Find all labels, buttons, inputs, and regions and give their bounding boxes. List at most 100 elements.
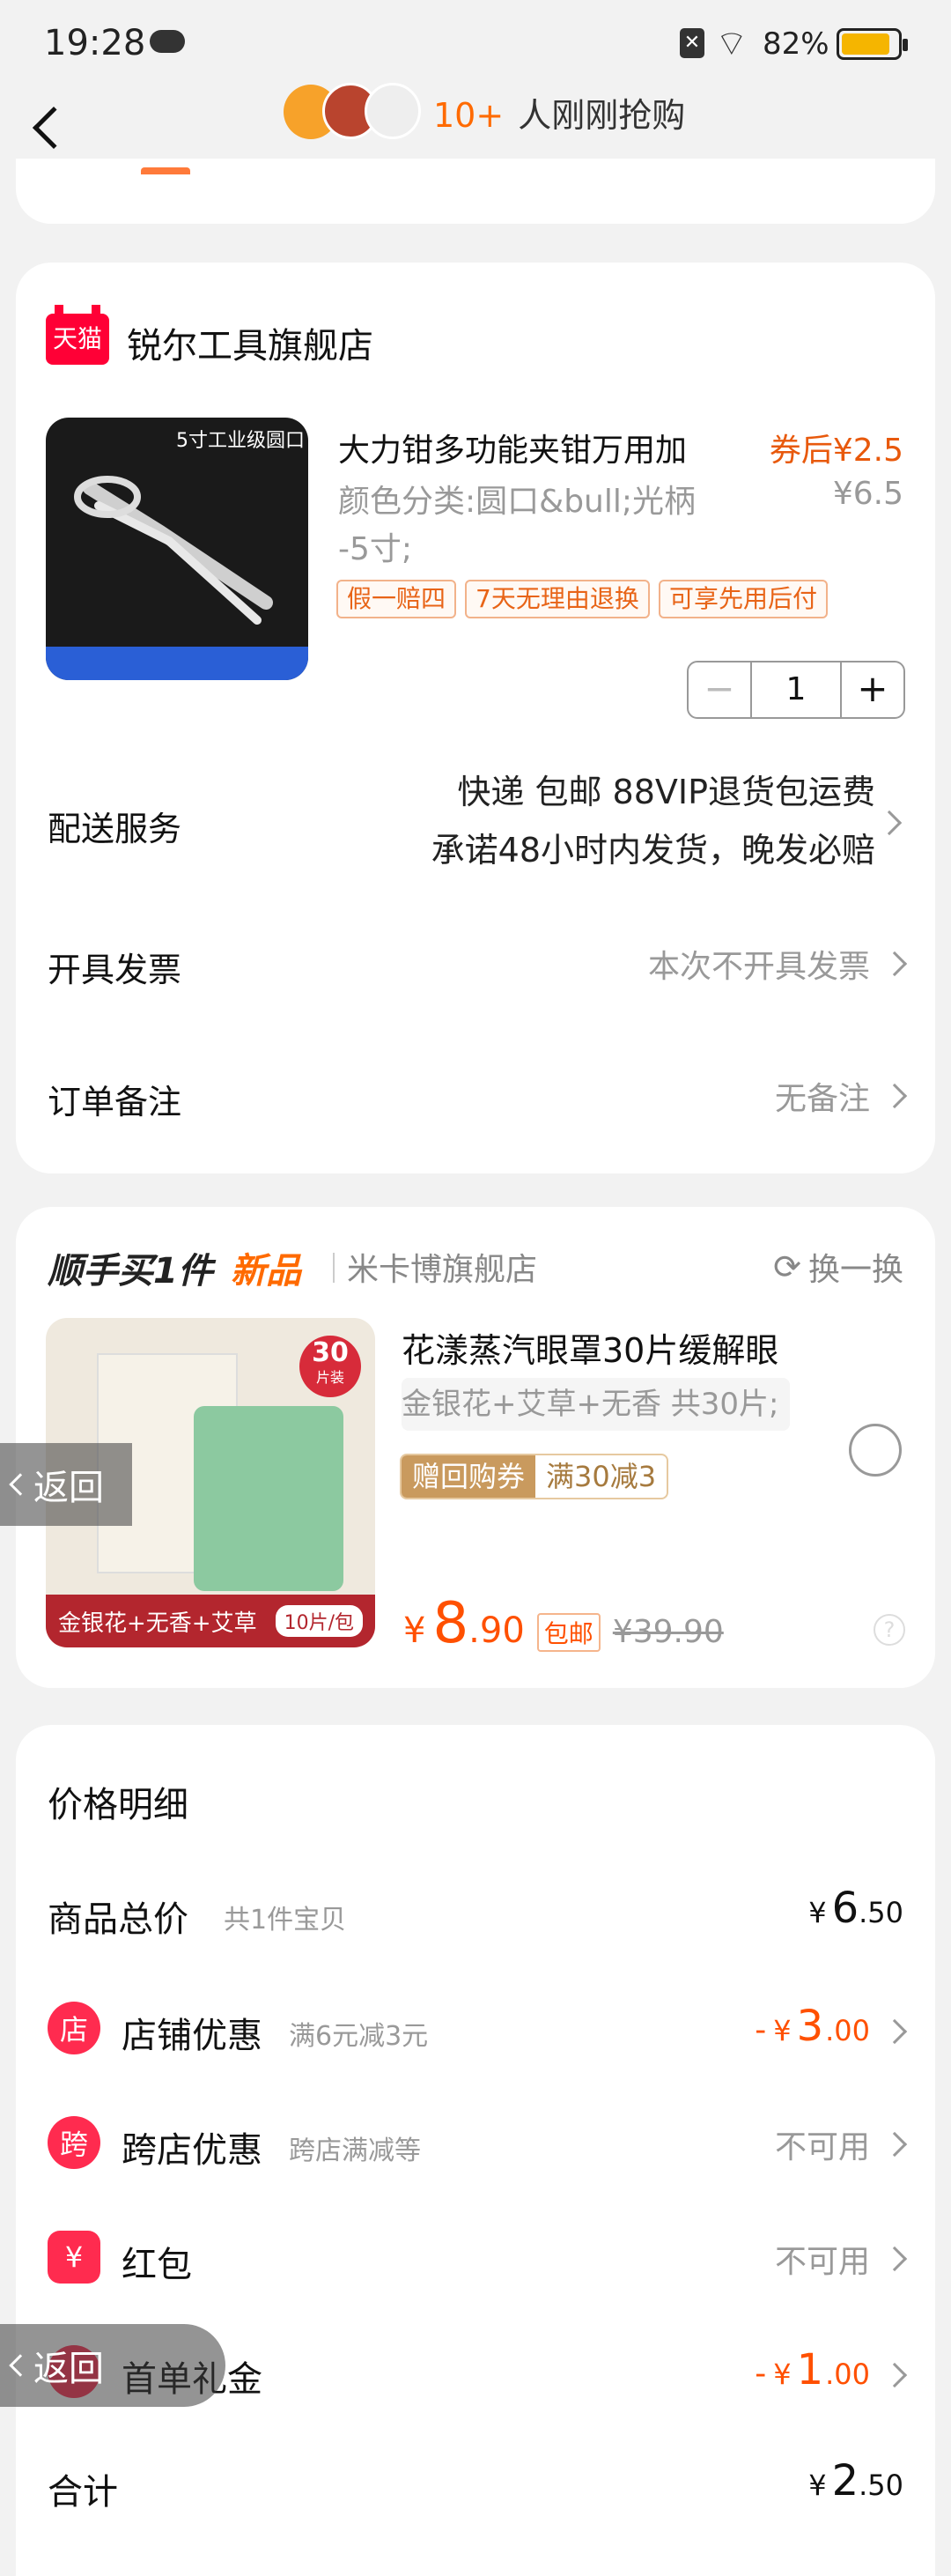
chevron-right-icon (881, 1083, 908, 1109)
swap-label: 换一换 (807, 1252, 903, 1288)
image-caption-strip: 金银花+无香+艾草 10片/包 (46, 1595, 375, 1647)
cross-store-value-wrap: 不可用 (774, 2121, 908, 2167)
first-order-gift-value: - ¥ 1 .00 (755, 2345, 908, 2395)
coupon-value: 满30减3 (546, 1460, 657, 1493)
back-arrow-icon[interactable] (32, 106, 76, 150)
quantity-value[interactable]: 1 (752, 663, 840, 717)
delivery-label: 配送服务 (48, 810, 182, 848)
order-note-value: 无备注 (774, 1081, 870, 1117)
chevron-right-icon (881, 2131, 908, 2158)
first-order-gift-int: 1 (796, 2345, 824, 2395)
cross-store-icon: 跨 (48, 2116, 100, 2169)
cross-store-label: 跨店优惠 (122, 2130, 262, 2171)
product-image[interactable]: 5寸工业级圆口 (46, 418, 308, 680)
shop-discount-sign: - (755, 2012, 767, 2048)
chevron-right-icon (881, 951, 908, 977)
sum-sym: ¥ (808, 2469, 827, 2502)
tmall-badge: 天猫 (46, 305, 109, 365)
buyers-text: 10+ 人刚刚抢购 (433, 88, 685, 137)
tag-pay-later: 可享先用后付 (659, 580, 829, 618)
delivery-line2: 承诺48小时内发货，晚发必赔 (431, 831, 875, 870)
image-caption-text: 金银花+无香+艾草 (58, 1610, 257, 1637)
addon-divider (333, 1253, 335, 1283)
red-packet-value-wrap: 不可用 (774, 2236, 908, 2282)
floating-back-button[interactable]: 返回 (0, 1443, 132, 1526)
floating-back-label-bottom: 返回 (33, 2349, 104, 2389)
buyer-avatars (284, 79, 423, 141)
help-icon[interactable]: ? (874, 1614, 905, 1646)
red-packet-label: 红包 (122, 2245, 192, 2285)
image-count-badge: 30 片装 (299, 1336, 361, 1397)
addon-title: 顺手买1件 (48, 1251, 213, 1292)
shop-discount-icon: 店 (48, 2002, 100, 2054)
first-order-gift-sign: - (755, 2356, 767, 2392)
addon-spec[interactable]: 金银花+艾草+无香 共30片; (402, 1378, 790, 1431)
addon-shop[interactable]: 米卡博旗舰店 (347, 1244, 537, 1290)
addon-card: 顺手买1件 新品 米卡博旗舰店 ⟳ 换一换 30 片装 金银花+无香+艾草 10… (16, 1207, 935, 1688)
swap-button[interactable]: ⟳ 换一换 (773, 1244, 903, 1290)
goods-total-sym: ¥ (808, 1896, 827, 1929)
notification-off-icon: ✕ (680, 28, 704, 58)
addon-price-dec: .90 (468, 1610, 525, 1651)
decrease-button[interactable]: − (689, 663, 752, 717)
store-order-card: 天猫 锐尔工具旗舰店 5寸工业级圆口 大力钳多功能夹钳万用加 券后¥2.5 颜色… (16, 263, 935, 1173)
image-count-num: 30 (312, 1337, 349, 1368)
status-bar: 19:28 ✕ ⌔ 82% (0, 0, 951, 88)
red-packet-value: 不可用 (774, 2244, 870, 2280)
addon-select-radio[interactable] (849, 1424, 902, 1477)
first-order-gift-sym: ¥ (773, 2358, 792, 2391)
free-shipping-tag: 包邮 (536, 1613, 601, 1652)
product-original-price: ¥6.5 (832, 476, 903, 512)
order-note-label: 订单备注 (48, 1083, 182, 1121)
price-after-coupon: 券后¥2.5 (769, 433, 903, 469)
shop-discount-dec: .00 (825, 2014, 870, 2047)
goods-total-value: ¥ 6 .50 (808, 1884, 903, 1933)
status-time: 19:28 (44, 23, 146, 63)
order-note-value-wrap: 无备注 (774, 1073, 908, 1119)
addon-price-int: 8 (432, 1591, 469, 1656)
invoice-value-wrap: 本次不开具发票 (647, 941, 908, 987)
image-pack-label: 10片/包 (275, 1605, 363, 1637)
invoice-value: 本次不开具发票 (647, 949, 870, 985)
refresh-icon: ⟳ (773, 1247, 801, 1286)
wifi-icon: ⌔ (715, 24, 748, 64)
cloud-icon (150, 30, 185, 53)
sum-int: 2 (831, 2456, 859, 2506)
goods-total-sub: 共1件宝贝 (224, 1905, 347, 1936)
tag-seven-day-return: 7天无理由退换 (465, 580, 650, 618)
buyers-label: 人刚刚抢购 (518, 96, 686, 135)
price-detail-title: 价格明细 (48, 1785, 188, 1825)
battery-percent: 82% (763, 26, 829, 62)
sum-label: 合计 (48, 2472, 118, 2513)
floating-back-label: 返回 (33, 1468, 104, 1508)
cross-store-discount-row[interactable]: 跨 跨店优惠 跨店满减等 不可用 (16, 2113, 935, 2174)
shop-discount-value: - ¥ 3 .00 (755, 2002, 908, 2051)
red-packet-row[interactable]: ¥ 红包 不可用 (16, 2227, 935, 2289)
shop-discount-sub: 满6元减3元 (289, 2021, 429, 2052)
battery-icon (837, 28, 908, 60)
delivery-row[interactable]: 配送服务 快递 包邮 88VIP退货包运费 承诺48小时内发货，晚发必赔 (16, 756, 935, 897)
image-count-unit: 片装 (315, 1369, 344, 1386)
addon-price: ¥ 8 .90 包邮 ¥39.90 (403, 1591, 724, 1656)
product-image-spec-strip (46, 647, 308, 680)
chevron-left-icon (9, 1473, 32, 1496)
repurchase-coupon: 赠回购券 满30减3 (400, 1454, 669, 1499)
price-detail-card: 价格明细 商品总价 共1件宝贝 ¥ 6 .50 店 店铺优惠 满6元减3元 - … (16, 1725, 935, 2576)
increase-button[interactable]: + (840, 663, 903, 717)
cross-store-value: 不可用 (774, 2129, 870, 2165)
addon-price-symbol: ¥ (403, 1610, 426, 1651)
buyers-count: 10+ (433, 96, 505, 135)
delivery-line1: 快递 包邮 88VIP退货包运费 (457, 773, 875, 811)
shop-discount-row[interactable]: 店 店铺优惠 满6元减3元 - ¥ 3 .00 (16, 1998, 935, 2060)
addon-product-title[interactable]: 花漾蒸汽眼罩30片缓解眼 (402, 1323, 778, 1372)
invoice-row[interactable]: 开具发票 本次不开具发票 (16, 932, 935, 1003)
floating-back-button-bottom[interactable]: 返回 (0, 2324, 225, 2407)
store-name[interactable]: 锐尔工具旗舰店 (127, 317, 373, 368)
chevron-right-icon (881, 2362, 908, 2388)
tmall-badge-text: 天猫 (52, 324, 102, 353)
order-note-row[interactable]: 订单备注 无备注 (16, 1064, 935, 1135)
chevron-right-icon (881, 2018, 908, 2045)
product-title[interactable]: 大力钳多功能夹钳万用加 (338, 425, 687, 470)
product-spec-line1[interactable]: 颜色分类:圆口&bull;光柄 (338, 476, 696, 522)
avatar (365, 83, 421, 139)
